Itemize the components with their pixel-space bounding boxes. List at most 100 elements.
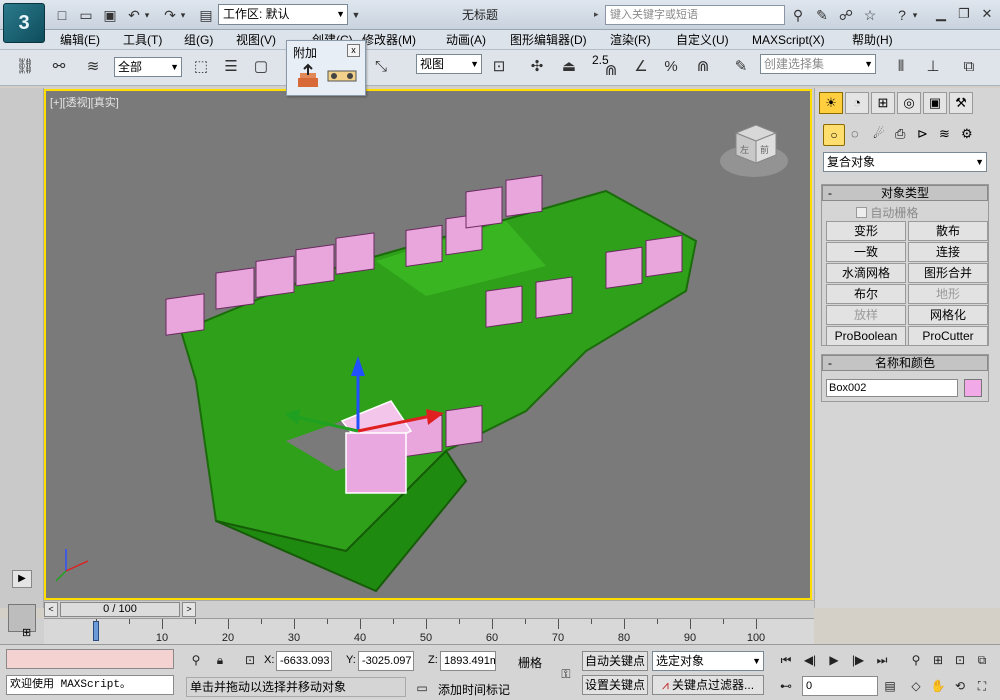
auto-key-button[interactable]: 自动关键点 [582,651,648,671]
current-time-marker[interactable] [93,621,99,641]
object-type-button[interactable]: 网格化 [908,305,988,325]
angle-snap-icon[interactable]: ∠ [628,54,654,80]
time-slider-thumb[interactable]: 0 / 100 [60,602,180,617]
menu-animation[interactable]: 动画(A) [446,32,486,48]
helpers-category-icon[interactable]: ⊳ [917,126,928,142]
search-input[interactable]: 键入关键字或短语 [605,5,785,25]
minimize-button[interactable]: ▁ [930,6,952,22]
restore-button[interactable]: ❐ [953,6,975,22]
create-tab-icon[interactable]: ☀ [819,92,843,114]
isolate-selection-icon[interactable]: ⚲ [186,651,206,669]
mirror-icon[interactable]: ⫴ [888,54,914,80]
align-icon[interactable]: ⊥ [920,54,946,80]
maximize-viewport-icon[interactable]: ⛶ [972,677,992,695]
object-type-button[interactable]: ProCutter [908,326,988,346]
object-type-button[interactable]: ProBoolean [826,326,906,346]
open-file-icon[interactable]: ▭ [76,5,96,25]
unlink-icon[interactable]: ⚯ [46,54,72,80]
menu-edit[interactable]: 编辑(E) [60,32,100,48]
menu-modifiers[interactable]: 修改器(M) [362,32,416,48]
zoom-extents-icon[interactable]: ⊡ [950,651,970,669]
lights-category-icon[interactable]: ☄ [873,126,885,142]
key-mode-dropdown[interactable]: 选定对象 ▼ [652,651,764,671]
systems-category-icon[interactable]: ⚙ [961,126,973,142]
add-time-tag-label[interactable]: 添加时间标记 [438,681,510,698]
set-key-key-icon[interactable]: ⚿ [556,665,576,683]
help-icon[interactable]: ? [892,6,912,24]
menu-customize[interactable]: 自定义(U) [676,32,729,48]
utilities-tab-icon[interactable]: ⚒ [949,92,973,114]
set-key-button[interactable]: 设置关键点 [582,675,648,695]
object-type-button[interactable]: 水滴网格 [826,263,906,283]
time-configuration-icon[interactable]: ▤ [880,677,900,695]
motion-tab-icon[interactable]: ◎ [897,92,921,114]
object-type-button[interactable]: 布尔 [826,284,906,304]
layer-manager-icon[interactable]: ⧉ [956,54,982,80]
next-frame-arrow-icon[interactable]: > [182,602,196,617]
current-frame-input[interactable]: 0 [802,676,878,696]
pan-view-icon[interactable]: ✋ [928,677,948,695]
key-mode-toggle-icon[interactable]: ⊷ [776,677,796,695]
object-name-input[interactable] [826,379,958,397]
object-type-button[interactable]: 变形 [826,221,906,241]
previous-frame-icon[interactable]: ◀| [800,651,820,669]
perspective-viewport[interactable]: [+][透视][真实] 左 前 [44,89,812,600]
x-coordinate-input[interactable]: -6633.093 [276,651,332,671]
zoom-all-icon[interactable]: ⊞ [928,651,948,669]
object-type-button[interactable]: 图形合并 [908,263,988,283]
undo-icon[interactable]: ↶ [124,5,144,25]
viewport-label-menu[interactable]: [+][透视][真实] [50,94,119,110]
orbit-icon[interactable]: ⟲ [950,677,970,695]
attach-icon[interactable] [295,63,321,89]
track-bar[interactable]: 0102030405060708090100 [44,618,814,644]
spinner-snap-icon[interactable]: ⋒ [690,54,716,80]
next-frame-icon[interactable]: |▶ [848,651,868,669]
rectangular-selection-icon[interactable]: ▢ [248,54,274,80]
name-color-rollout-header[interactable]: - 名称和颜色 [822,355,988,371]
menu-group[interactable]: 组(G) [184,32,213,48]
save-icon[interactable]: ▣ [100,5,120,25]
go-to-end-icon[interactable]: ⏭ [872,651,892,669]
menu-maxscript[interactable]: MAXScript(X) [752,32,825,48]
menu-rendering[interactable]: 渲染(R) [610,32,651,48]
menu-graph-editors[interactable]: 图形编辑器(D) [510,32,587,48]
favorites-star-icon[interactable]: ☆ [860,6,880,24]
menu-views[interactable]: 视图(V) [236,32,276,48]
new-file-icon[interactable]: □ [52,5,72,25]
object-category-dropdown[interactable]: 复合对象 ▼ [823,152,987,172]
menu-tools[interactable]: 工具(T) [123,32,162,48]
geometry-category-icon[interactable]: ○ [823,124,845,146]
close-button[interactable]: ✕ [976,6,998,22]
selection-filter-dropdown[interactable]: 全部 ▼ [114,57,182,77]
go-to-start-icon[interactable]: ⏮ [776,651,796,669]
object-color-swatch[interactable] [964,379,982,397]
select-and-link-icon[interactable]: ⛓ [12,54,38,80]
reference-coordinate-dropdown[interactable]: 视图 ▼ [416,54,482,74]
expand-trackbar-button[interactable]: ▶ [12,570,32,588]
workspace-dropdown[interactable]: 工作区: 默认 ▼ [218,4,348,25]
key-filters-button[interactable]: ⩘ 关键点过滤器... [652,675,764,695]
object-type-rollout-header[interactable]: - 对象类型 [822,185,988,201]
bind-space-warp-icon[interactable]: ≋ [80,54,106,80]
select-manipulate-icon[interactable]: ✣ [524,54,550,80]
object-type-button[interactable]: 连接 [908,242,988,262]
menu-help[interactable]: 帮助(H) [852,32,893,48]
maxscript-mini-listener[interactable]: 欢迎使用 MAXScript。 [6,675,174,695]
absolute-relative-toggle-icon[interactable]: ⊡ [240,651,260,669]
quick-access-dropdown-icon[interactable]: ▼ [350,5,362,25]
y-coordinate-input[interactable]: -3025.097 [358,651,414,671]
object-type-button[interactable]: 一致 [826,242,906,262]
field-of-view-icon[interactable]: ◇ [906,677,926,695]
binoculars-icon[interactable]: ⚲ [788,6,808,24]
application-menu-button[interactable]: 3 [3,3,45,43]
time-slider[interactable]: < 0 / 100 > [44,600,814,618]
named-selection-dropdown[interactable]: 创建选择集 ▼ [760,54,876,74]
open-mini-curve-editor-icon[interactable]: ⊞ [22,626,31,639]
selection-lock-icon[interactable]: 🔒︎ [210,651,230,669]
time-tag-icon[interactable]: ▭ [412,679,432,697]
project-folder-icon[interactable]: ▤ [196,5,216,25]
previous-frame-arrow-icon[interactable]: < [44,602,58,617]
subscription-icon[interactable]: ✎ [812,6,832,24]
select-object-icon[interactable]: ⬚ [188,54,214,80]
search-expand-icon[interactable]: ▸ [594,9,599,20]
